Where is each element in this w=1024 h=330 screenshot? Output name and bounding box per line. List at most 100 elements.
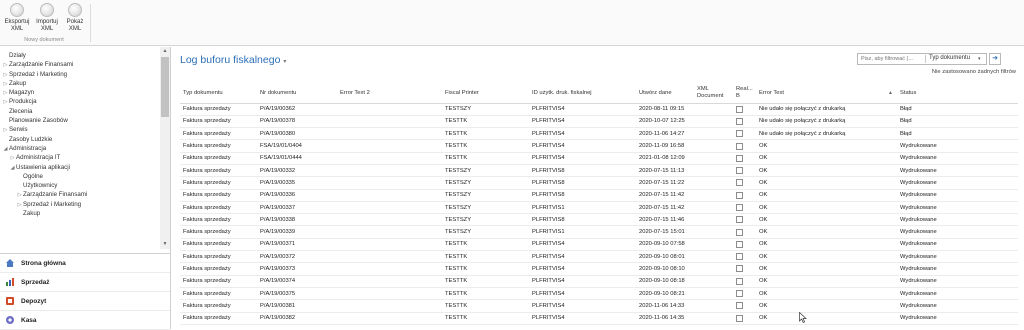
realized-checkbox[interactable] (736, 228, 743, 236)
page-title[interactable]: Log buforu fiskalnego ▾ (180, 54, 286, 66)
table-row[interactable]: Faktura sprzedaży P/A/19/00375 TESTTK PLFRI… (180, 287, 1018, 301)
column-header[interactable]: Fiscal Printer (442, 83, 529, 104)
tree-item[interactable]: ▷ Sprzedaż i Marketing (0, 200, 160, 209)
export-xml-button[interactable]: Eksportuj XML (2, 2, 32, 32)
table-row[interactable]: Faktura sprzedaży P/A/19/00362 TESTSZY PLFR… (180, 103, 1018, 116)
nav-item-label: Kasa (21, 316, 37, 324)
table-cell: TESTTK (442, 299, 529, 313)
realized-checkbox[interactable] (736, 154, 743, 162)
table-row[interactable]: Faktura sprzedaży P/A/19/00382 TESTTK PLFRI… (180, 312, 1018, 325)
filter-box: Typ dokumentu ▾ (857, 53, 987, 65)
column-header[interactable]: Nr dokumentu (257, 83, 337, 104)
tree-item[interactable]: Działy (0, 51, 160, 60)
tree-item-label: Sprzedaż i Marketing (9, 70, 68, 78)
realized-checkbox[interactable] (736, 191, 743, 199)
nav-item[interactable]: Sprzedaż (0, 273, 170, 292)
table-cell: Wydrukowane (897, 213, 1018, 227)
tree-item[interactable]: Zasoby Ludzkie (0, 135, 160, 144)
realized-checkbox[interactable] (736, 277, 743, 285)
tree-item[interactable]: ▷ Zarządzanie Finansami (0, 60, 160, 69)
realized-checkbox[interactable] (736, 314, 743, 322)
table-row[interactable]: Faktura sprzedaży P/A/19/00338 TESTSZY PLFR… (180, 213, 1018, 227)
chevron-down-icon[interactable]: ▾ (283, 59, 286, 65)
sidebar-scrollbar[interactable]: ▲ ▼ (160, 47, 170, 249)
table-row[interactable]: Faktura sprzedaży FSA/19/01/0444 TESTTK PLF… (180, 152, 1018, 165)
column-header[interactable]: Error Text ▲ (756, 83, 897, 104)
filter-column-select[interactable]: Typ dokumentu (929, 55, 970, 61)
realized-checkbox[interactable] (736, 290, 743, 298)
search-input[interactable] (861, 54, 923, 64)
table-row[interactable]: Faktura sprzedaży P/A/19/00378 TESTTK PLFRI… (180, 115, 1018, 129)
nav-item[interactable]: Strona główna (0, 254, 170, 273)
tree-item[interactable]: Zlecenia (0, 107, 160, 116)
sort-ascending-icon[interactable]: ▲ (888, 90, 893, 97)
tree-item[interactable]: ▷ Sprzedaż i Marketing (0, 70, 160, 79)
tree-item[interactable]: Ogólne (0, 172, 160, 181)
nav-item[interactable]: Kasa (0, 311, 170, 330)
column-header[interactable]: Utwórz dane (636, 83, 694, 104)
table-cell: OK (756, 287, 897, 301)
table-row[interactable]: Faktura sprzedaży P/A/19/00336 TESTSZY PLFR… (180, 189, 1018, 202)
tree-item[interactable]: ▷ Produkcja (0, 97, 160, 106)
realized-checkbox[interactable] (736, 302, 743, 310)
column-header[interactable]: XML Document (694, 83, 733, 104)
column-header[interactable]: Real... B (733, 83, 756, 104)
tree-item[interactable]: Zakup (0, 209, 160, 218)
table-row[interactable]: Faktura sprzedaży P/A/19/00335 TESTSZY PLFR… (180, 176, 1018, 190)
table-cell: 2020-09-10 08:21 (636, 287, 694, 301)
tree-item[interactable]: ◢ Ustawienia aplikacji (0, 163, 160, 172)
column-header[interactable]: Typ dokumentu (180, 83, 257, 104)
realized-checkbox[interactable] (736, 130, 743, 138)
table-row[interactable]: Faktura sprzedaży P/A/19/00332 TESTSZY PLFR… (180, 164, 1018, 178)
realized-checkbox[interactable] (736, 204, 743, 211)
nav-item[interactable]: Depozyt (0, 292, 170, 311)
realized-checkbox[interactable] (736, 179, 743, 187)
import-xml-button[interactable]: Importuj XML (32, 2, 62, 32)
sidebar: Działy ▷ Zarządzanie Finansami ▷ Sprzedaż i … (0, 47, 171, 330)
realized-checkbox[interactable] (736, 216, 743, 224)
tree-item[interactable]: ▷ Zakup (0, 79, 160, 88)
table-row[interactable]: Faktura sprzedaży P/A/19/00374 TESTTK PLFRI… (180, 275, 1018, 288)
expanded-arrow-icon[interactable]: ◢ (9, 164, 16, 173)
realized-checkbox[interactable] (736, 240, 743, 248)
table-row[interactable]: Faktura sprzedaży P/A/19/00381 TESTTK PLFRI… (180, 299, 1018, 313)
table-row[interactable]: Faktura sprzedaży P/A/19/00337 TESTSZY PLFR… (180, 201, 1018, 215)
realized-checkbox[interactable] (736, 167, 743, 175)
apply-filter-button[interactable]: ➜ (989, 53, 1001, 65)
chevron-down-icon[interactable]: ▾ (978, 56, 981, 62)
table-cell: P/A/19/00335 (257, 176, 337, 190)
tree-item[interactable]: ▷ Serwis (0, 125, 160, 134)
table-row[interactable]: Faktura sprzedaży P/A/19/00380 TESTTK PLFRI… (180, 127, 1018, 141)
tree-item[interactable]: ▷ Magazyn (0, 88, 160, 97)
realized-checkbox[interactable] (736, 253, 743, 261)
table-cell: Faktura sprzedaży (180, 139, 257, 153)
realized-checkbox[interactable] (736, 105, 743, 113)
column-header[interactable]: ID użytk. druk. fiskalnej (529, 83, 636, 104)
column-header[interactable]: Error Text 2 (337, 83, 442, 104)
tree-item[interactable]: ▷ Zarządzanie Finansami (0, 190, 160, 199)
table-row[interactable]: Faktura sprzedaży P/A/19/00373 TESTTK PLFRI… (180, 262, 1018, 276)
table-row[interactable]: Faktura sprzedaży P/A/19/00372 TESTTK PLFRI… (180, 250, 1018, 264)
scrollbar-thumb[interactable] (161, 57, 169, 117)
table-cell: Wydrukowane (897, 250, 1018, 264)
tree-item[interactable]: Planowanie Zasobów (0, 116, 160, 125)
table-row[interactable]: Faktura sprzedaży FSA/19/01/0404 TESTTK PLF… (180, 139, 1018, 153)
realized-checkbox[interactable] (736, 117, 743, 125)
realized-checkbox[interactable] (736, 265, 743, 273)
scroll-down-icon[interactable]: ▼ (160, 240, 170, 249)
realized-checkbox[interactable] (736, 142, 743, 150)
show-xml-button[interactable]: Pokaż XML (60, 2, 90, 32)
table-cell: P/A/19/00372 (257, 250, 337, 264)
table-cell: Wydrukowane (897, 225, 1018, 239)
tree-item[interactable]: ▷ Administracja IT (0, 153, 160, 162)
table-row[interactable]: Faktura sprzedaży P/A/19/00371 TESTTK PLFRI… (180, 238, 1018, 252)
column-header-label: Real... B (736, 86, 753, 99)
table-row[interactable]: Faktura sprzedaży P/A/19/00339 TESTSZY PLFR… (180, 225, 1018, 239)
column-header[interactable]: Status (897, 83, 1018, 104)
tree-item[interactable]: Użytkownicy (0, 181, 160, 190)
expanded-arrow-icon[interactable]: ◢ (2, 145, 9, 154)
table-cell: PLFRITVIS4 (529, 275, 636, 288)
scroll-up-icon[interactable]: ▲ (160, 47, 170, 56)
tree-item[interactable]: ◢ Administracja (0, 144, 160, 153)
table-cell: Faktura sprzedaży (180, 238, 257, 252)
